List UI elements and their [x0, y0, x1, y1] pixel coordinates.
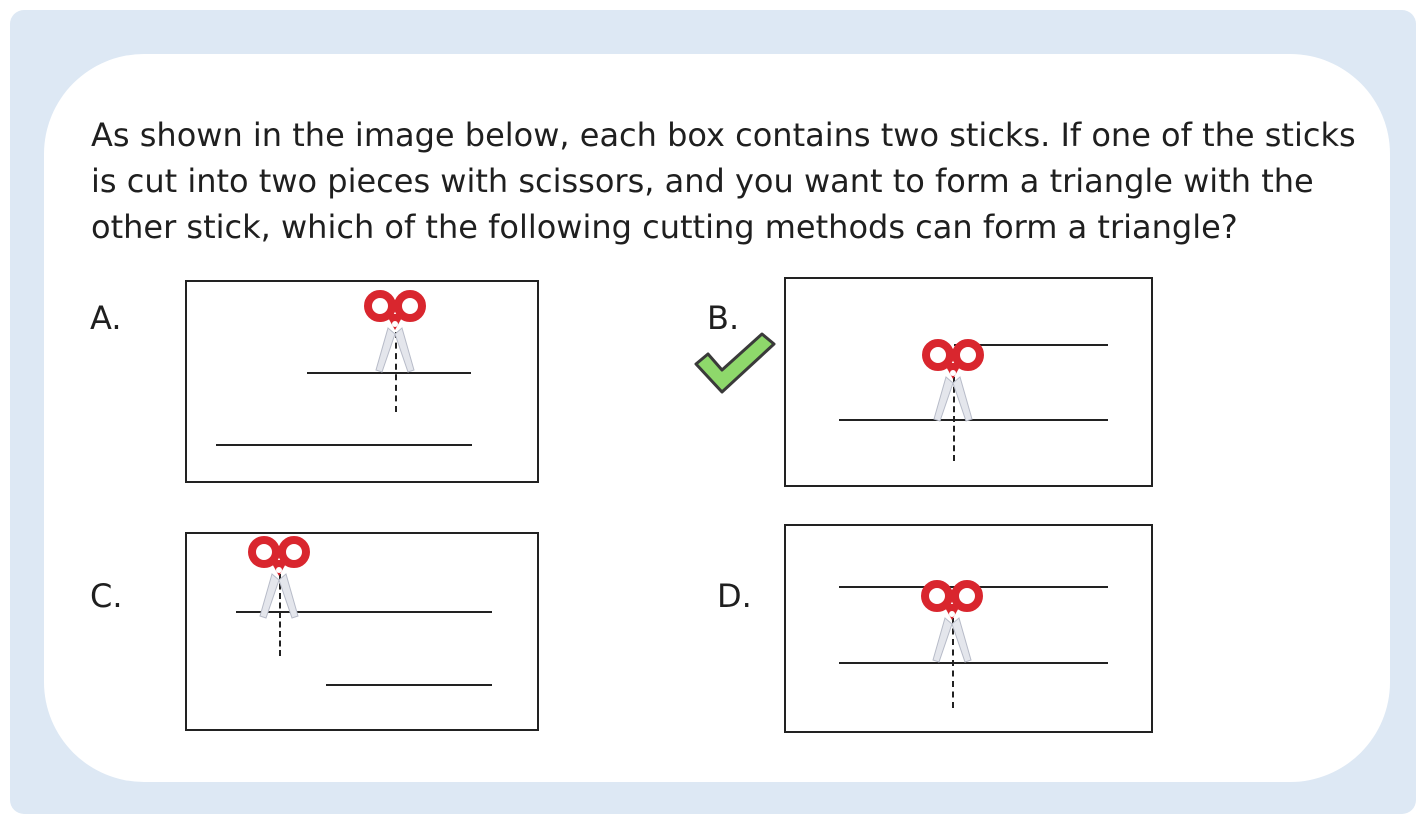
scissors-icon [248, 536, 310, 619]
option-d-box[interactable] [784, 524, 1153, 733]
question-text: As shown in the image below, each box co… [91, 116, 1356, 246]
option-b-box[interactable] [784, 277, 1153, 487]
stick-long [216, 444, 472, 446]
checkmark-icon [694, 332, 776, 394]
scissors-icon [922, 339, 984, 422]
option-c-box[interactable] [185, 532, 539, 731]
stick-short [326, 684, 492, 686]
option-c-label[interactable]: C. [90, 576, 123, 616]
scissors-icon [921, 580, 983, 663]
scissors-icon [364, 290, 426, 373]
option-a-label[interactable]: A. [90, 298, 122, 338]
option-d-label[interactable]: D. [717, 576, 752, 616]
option-a-box[interactable] [185, 280, 539, 483]
